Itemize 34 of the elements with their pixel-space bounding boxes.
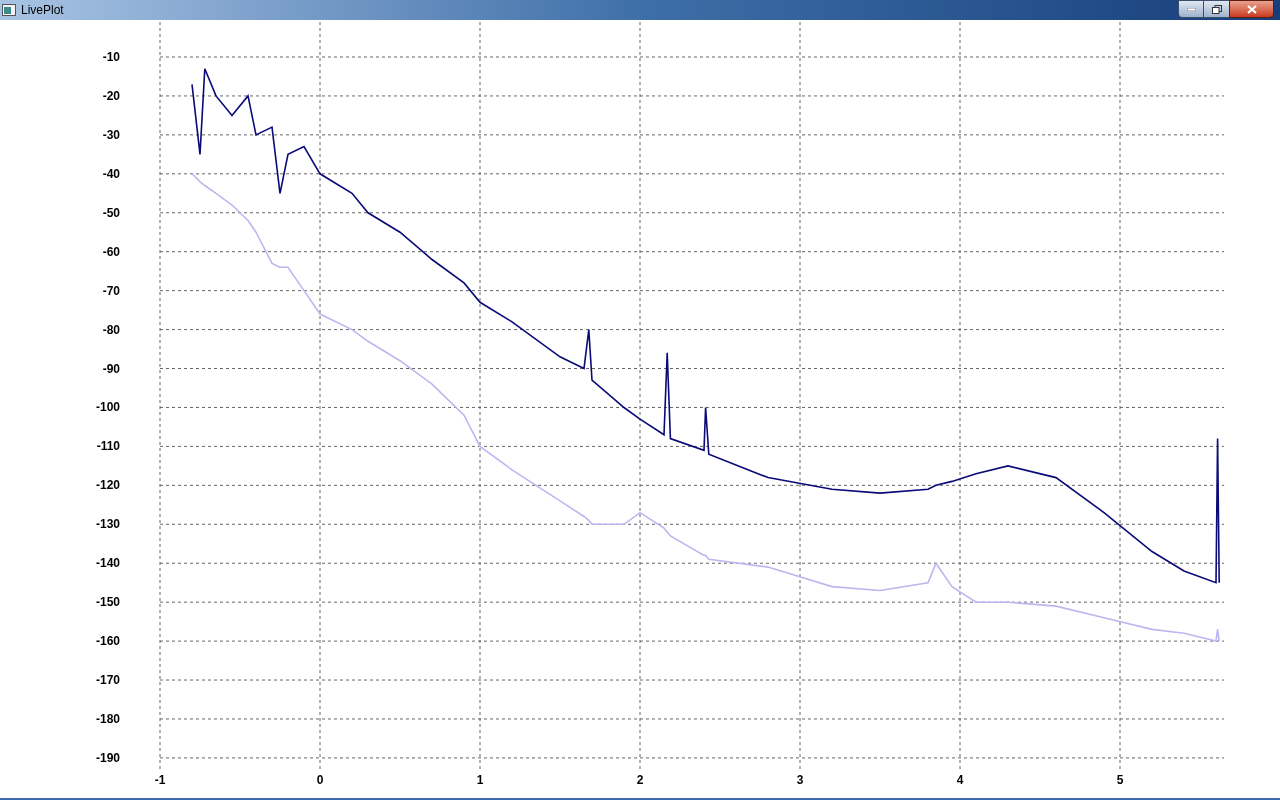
x-tick-label: 5 xyxy=(1116,772,1124,787)
y-tick-label: -190 xyxy=(95,750,120,765)
close-icon xyxy=(1246,4,1257,14)
minimize-button[interactable] xyxy=(1178,0,1204,18)
y-tick-label: -110 xyxy=(96,439,120,454)
app-icon xyxy=(2,4,16,16)
y-tick-label: -60 xyxy=(102,244,120,259)
y-tick-label: -140 xyxy=(95,556,120,571)
y-tick-label: -90 xyxy=(102,361,120,376)
y-tick-label: -130 xyxy=(95,517,120,532)
y-tick-label: -50 xyxy=(102,205,120,220)
x-tick-label: 4 xyxy=(956,772,964,787)
x-tick-label: -1 xyxy=(154,772,166,787)
y-tick-label: -170 xyxy=(95,673,120,688)
window-title: LivePlot xyxy=(21,2,64,19)
y-tick-label: -120 xyxy=(95,478,120,493)
minimize-icon xyxy=(1186,7,1196,11)
x-tick-label: 2 xyxy=(636,772,644,787)
maximize-button[interactable] xyxy=(1204,0,1229,18)
y-tick-label: -80 xyxy=(102,322,120,337)
x-tick-label: 3 xyxy=(796,772,804,787)
restore-icon xyxy=(1211,4,1222,14)
y-tick-label: -180 xyxy=(95,712,120,726)
y-tick-label: -30 xyxy=(102,127,120,142)
x-tick-label: 1 xyxy=(476,772,484,787)
y-tick-label: -40 xyxy=(102,166,120,181)
x-tick-label: 0 xyxy=(316,772,324,787)
y-tick-label: -100 xyxy=(95,400,120,415)
y-tick-label: -20 xyxy=(102,88,120,103)
y-tick-label: -150 xyxy=(95,595,120,610)
y-tick-label: -70 xyxy=(102,283,120,298)
y-tick-label: -160 xyxy=(95,634,120,649)
close-button[interactable] xyxy=(1229,0,1274,18)
y-tick-label: -10 xyxy=(102,50,120,64)
